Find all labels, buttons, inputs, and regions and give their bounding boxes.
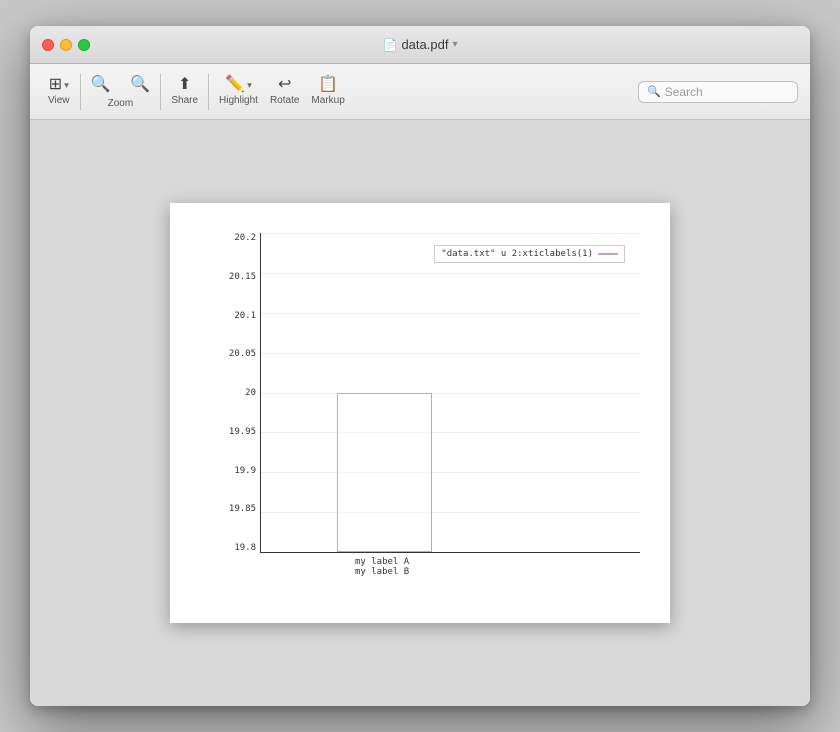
grid-line-7 xyxy=(261,512,640,513)
zoom-in-button[interactable]: 🔍 xyxy=(124,74,156,96)
search-group: 🔍 Search xyxy=(638,81,798,103)
separator-1 xyxy=(80,74,81,110)
chart-legend: "data.txt" u 2:xticlabels(1) xyxy=(434,245,625,263)
highlight-label: Highlight xyxy=(219,95,258,106)
title-chevron: ▾ xyxy=(452,39,457,50)
view-label: View xyxy=(48,95,70,106)
titlebar: 📄 data.pdf ▾ xyxy=(30,26,810,64)
markup-button[interactable]: 📋 Markup xyxy=(305,74,350,109)
grid-line-3 xyxy=(261,353,640,354)
grid-line-2 xyxy=(261,313,640,314)
y-label-6: 19.9 xyxy=(234,466,256,476)
y-label-7: 19.85 xyxy=(229,504,256,514)
markup-icon: 📋 xyxy=(318,77,338,93)
grid-line-4 xyxy=(261,393,640,394)
separator-3 xyxy=(208,74,209,110)
close-button[interactable] xyxy=(42,39,54,51)
view-dropdown-icon: ▾ xyxy=(64,80,69,91)
title-text: data.pdf xyxy=(401,37,448,52)
rotate-button[interactable]: ↩ Rotate xyxy=(264,74,305,109)
grid-line-1 xyxy=(261,273,640,274)
toolbar: ⊞ ▾ View 🔍 🔍 Zoom ⬆ Share xyxy=(30,64,810,120)
grid-line-top xyxy=(261,233,640,234)
view-icon: ⊞ xyxy=(49,77,62,93)
share-button[interactable]: ⬆ Share xyxy=(165,74,204,109)
y-label-3: 20.05 xyxy=(229,349,256,359)
view-button[interactable]: ⊞ ▾ View xyxy=(42,74,76,109)
bar-A xyxy=(337,393,432,553)
window-title: 📄 data.pdf ▾ xyxy=(383,37,458,52)
grid-line-5 xyxy=(261,432,640,433)
main-window: 📄 data.pdf ▾ ⊞ ▾ View 🔍 🔍 xyxy=(30,26,810,706)
zoom-buttons: 🔍 🔍 xyxy=(85,74,157,96)
search-placeholder: Search xyxy=(665,85,703,99)
x-axis-labels: my label A my label B xyxy=(260,553,640,593)
legend-line xyxy=(598,253,618,255)
chart-plot-area: "data.txt" u 2:xticlabels(1) xyxy=(260,233,640,553)
share-label: Share xyxy=(171,95,198,106)
zoom-out-icon: 🔍 xyxy=(91,77,111,93)
traffic-lights xyxy=(42,39,90,51)
y-label-1: 20.15 xyxy=(229,272,256,282)
highlight-dropdown-icon: ▾ xyxy=(247,80,252,91)
zoom-group: 🔍 🔍 Zoom xyxy=(85,74,157,109)
highlight-icon: ✏️ xyxy=(225,77,245,93)
search-icon: 🔍 xyxy=(647,85,661,98)
y-axis-labels: 20.2 20.15 20.1 20.05 20 19.95 19.9 19.8… xyxy=(220,233,260,553)
y-label-8: 19.8 xyxy=(234,543,256,553)
zoom-out-button[interactable]: 🔍 xyxy=(85,74,117,96)
document-icon: 📄 xyxy=(383,38,398,52)
rotate-label: Rotate xyxy=(270,95,299,106)
zoom-label: Zoom xyxy=(108,98,134,109)
x-label-a: my label A xyxy=(355,557,409,567)
separator-2 xyxy=(160,74,161,110)
legend-text: "data.txt" u 2:xticlabels(1) xyxy=(441,249,593,259)
y-label-0: 20.2 xyxy=(234,233,256,243)
grid-line-6 xyxy=(261,472,640,473)
y-label-5: 19.95 xyxy=(229,427,256,437)
content-area: 20.2 20.15 20.1 20.05 20 19.95 19.9 19.8… xyxy=(30,120,810,706)
chart-container: 20.2 20.15 20.1 20.05 20 19.95 19.9 19.8… xyxy=(220,223,650,593)
share-icon: ⬆ xyxy=(178,77,191,93)
zoom-in-icon: 🔍 xyxy=(130,77,150,93)
y-label-2: 20.1 xyxy=(234,311,256,321)
pdf-page: 20.2 20.15 20.1 20.05 20 19.95 19.9 19.8… xyxy=(170,203,670,623)
rotate-icon: ↩ xyxy=(278,77,291,93)
maximize-button[interactable] xyxy=(78,39,90,51)
minimize-button[interactable] xyxy=(60,39,72,51)
search-bar[interactable]: 🔍 Search xyxy=(638,81,798,103)
x-label-group-a: my label A my label B xyxy=(355,557,409,577)
markup-label: Markup xyxy=(311,95,344,106)
y-label-4: 20 xyxy=(245,388,256,398)
x-label-b: my label B xyxy=(355,567,409,577)
highlight-button[interactable]: ✏️ ▾ Highlight xyxy=(213,74,264,109)
search-container: 🔍 Search xyxy=(638,81,798,103)
